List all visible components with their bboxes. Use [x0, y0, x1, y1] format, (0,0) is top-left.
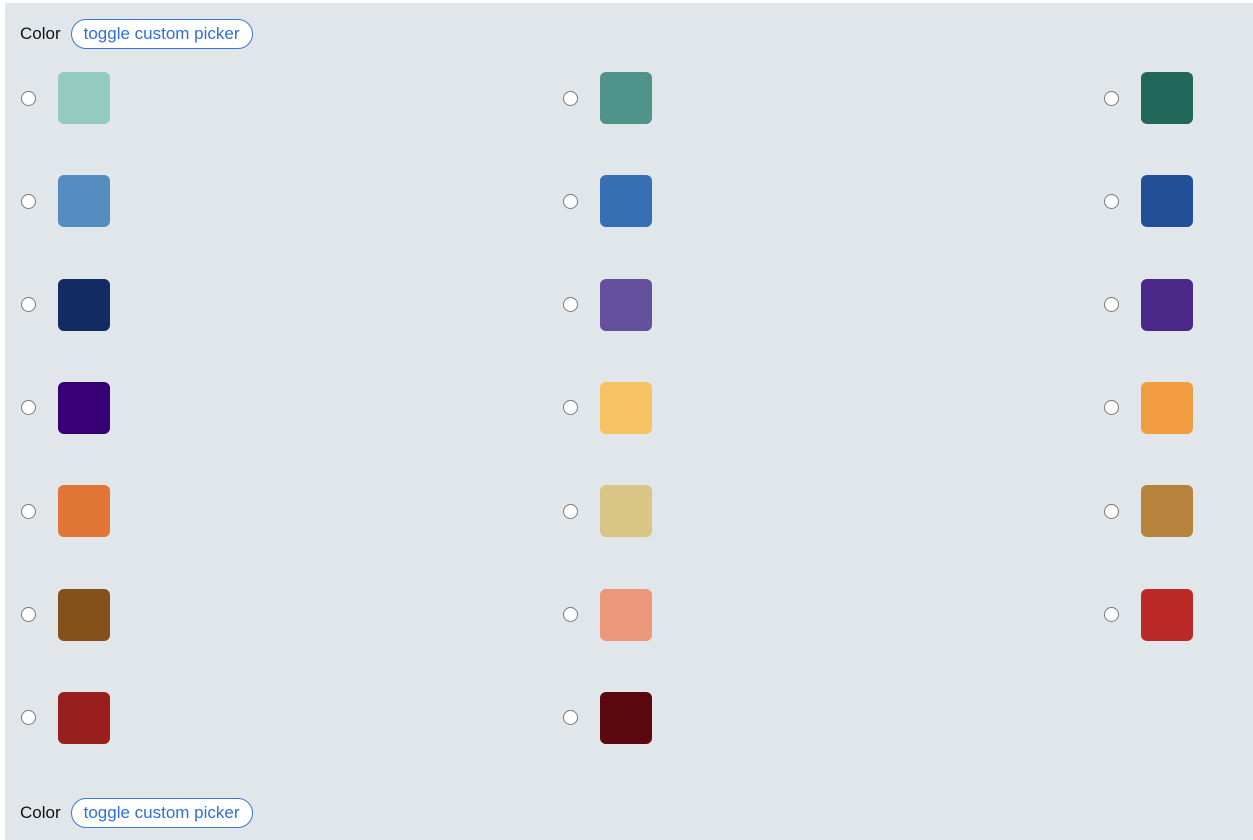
color-radio[interactable]	[1104, 607, 1119, 622]
color-swatch-option[interactable]	[1104, 72, 1193, 124]
color-swatch[interactable]	[600, 588, 652, 641]
color-radio[interactable]	[563, 400, 578, 416]
color-swatch-option[interactable]	[1104, 278, 1193, 331]
color-radio[interactable]	[21, 400, 36, 416]
color-swatch-option[interactable]	[21, 588, 110, 641]
color-radio[interactable]	[1104, 400, 1119, 416]
color-swatch-option[interactable]	[563, 485, 652, 538]
color-radio[interactable]	[563, 90, 578, 106]
color-radio[interactable]	[21, 193, 36, 209]
toggle-custom-picker-button[interactable]: toggle custom picker	[70, 798, 253, 828]
color-swatch-option[interactable]	[21, 72, 110, 124]
color-swatch[interactable]	[600, 278, 652, 331]
color-radio[interactable]	[21, 710, 36, 726]
color-swatch[interactable]	[58, 381, 110, 434]
color-swatch[interactable]	[58, 72, 110, 124]
color-swatch[interactable]	[600, 691, 652, 744]
color-swatch-grid	[0, 0, 1253, 840]
color-swatch[interactable]	[600, 381, 652, 434]
color-radio[interactable]	[1104, 503, 1119, 519]
color-radio[interactable]	[21, 503, 36, 519]
color-radio[interactable]	[563, 297, 578, 313]
color-swatch[interactable]	[58, 278, 110, 331]
color-radio[interactable]	[21, 90, 36, 106]
color-swatch[interactable]	[58, 588, 110, 641]
color-radio[interactable]	[1104, 297, 1119, 313]
color-swatch-option[interactable]	[563, 175, 652, 228]
color-swatch-option[interactable]	[563, 72, 652, 124]
color-swatch-option[interactable]	[21, 381, 110, 434]
color-swatch[interactable]	[1141, 72, 1193, 124]
color-swatch-option[interactable]	[563, 691, 652, 744]
color-swatch-option[interactable]	[563, 588, 652, 641]
color-swatch-option[interactable]	[21, 278, 110, 331]
color-swatch[interactable]	[600, 175, 652, 228]
color-swatch-option[interactable]	[563, 278, 652, 331]
color-swatch[interactable]	[1141, 588, 1193, 641]
color-swatch[interactable]	[58, 691, 110, 744]
color-swatch[interactable]	[1141, 381, 1193, 434]
color-swatch-option[interactable]	[21, 691, 110, 744]
color-swatch[interactable]	[600, 485, 652, 538]
color-radio[interactable]	[563, 193, 578, 209]
color-swatch[interactable]	[1141, 278, 1193, 331]
color-swatch-option[interactable]	[1104, 485, 1193, 538]
color-header-bottom: Color toggle custom picker	[20, 796, 253, 830]
color-swatch-option[interactable]	[21, 485, 110, 538]
color-swatch[interactable]	[58, 175, 110, 228]
color-radio[interactable]	[21, 607, 36, 622]
color-radio[interactable]	[563, 503, 578, 519]
color-swatch-option[interactable]	[1104, 381, 1193, 434]
color-swatch[interactable]	[1141, 485, 1193, 538]
color-swatch[interactable]	[1141, 175, 1193, 228]
color-radio[interactable]	[1104, 90, 1119, 106]
color-swatch-option[interactable]	[563, 381, 652, 434]
color-swatch[interactable]	[58, 485, 110, 538]
color-radio[interactable]	[563, 710, 578, 726]
color-swatch-option[interactable]	[1104, 588, 1193, 641]
color-radio[interactable]	[21, 297, 36, 313]
color-swatch-option[interactable]	[1104, 175, 1193, 228]
color-radio[interactable]	[1104, 193, 1119, 209]
color-swatch-option[interactable]	[21, 175, 110, 228]
color-label: Color	[20, 803, 61, 822]
color-radio[interactable]	[563, 607, 578, 622]
color-swatch[interactable]	[600, 72, 652, 124]
